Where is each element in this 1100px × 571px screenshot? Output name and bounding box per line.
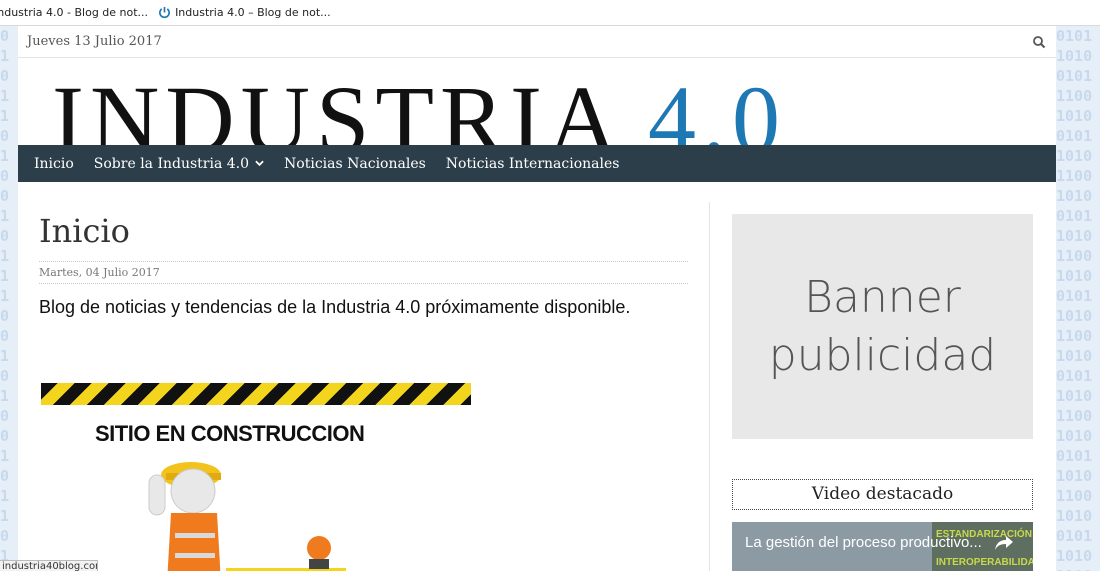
bookmark-label: Industria 4.0 – Blog de not... [175,6,331,19]
nav-item-nacionales[interactable]: Noticias Nacionales [284,156,426,172]
article-intro: Blog de noticias y tendencias de la Indu… [39,297,631,317]
main-nav: Inicio Sobre la Industria 4.0 Noticias N… [18,145,1056,182]
video-caption: La gestión del proceso productivo... [745,534,982,551]
top-bar: Jueves 13 Julio 2017 [18,26,1056,58]
banner-line-2: publicidad [768,329,997,381]
bookmark-item[interactable]: Industria 4.0 – Blog de not... [158,6,331,19]
video-tag: INTEROPERABILIDAD [936,557,1033,568]
nav-item-internacionales[interactable]: Noticias Internacionales [446,156,620,172]
current-date: Jueves 13 Julio 2017 [27,34,162,49]
video-widget-title: Video destacado [732,479,1033,510]
site-logo[interactable]: INDUSTRIA 4.0 [18,58,1056,146]
banner-line-1: Banner [804,271,961,323]
power-icon [159,6,170,19]
page-container: Jueves 13 Julio 2017 INDUSTRIA 4.0 Inici… [18,26,1056,571]
bookmark-label: Industria 4.0 - Blog de not... [0,6,149,19]
sidebar: Banner publicidad Video destacado ESTAND… [710,202,1056,571]
bookmark-item[interactable]: Industria 4.0 - Blog de not... [0,6,148,19]
main-content: Inicio Martes, 04 Julio 2017 Blog de not… [18,202,710,571]
construction-image: SITIO EN CONSTRUCCION [41,383,471,571]
bookmarks-bar: Industria 4.0 - Blog de not... Industria… [0,0,1100,26]
nav-item-sobre[interactable]: Sobre la Industria 4.0 [94,156,264,172]
chevron-down-icon [255,160,264,167]
binary-background-left: 0101101001011100101001011010110010100101… [0,26,18,571]
status-bar-url: industria40blog.com/ [0,560,98,571]
featured-video[interactable]: ESTANDARIZACIÓN INTEROPERABILIDAD La ges… [732,522,1033,571]
article-date: Martes, 04 Julio 2017 [39,261,688,284]
logo-text: INDUSTRIA 4.0 [52,66,787,146]
search-icon[interactable] [1032,35,1046,49]
ad-banner[interactable]: Banner publicidad [732,214,1033,439]
worker-figure-icon [148,462,346,571]
nav-item-inicio[interactable]: Inicio [34,156,74,172]
binary-background-right: 0101101001011100101001011010110010100101… [1056,26,1100,571]
article-title[interactable]: Inicio [39,212,130,250]
share-icon[interactable] [994,535,1014,551]
